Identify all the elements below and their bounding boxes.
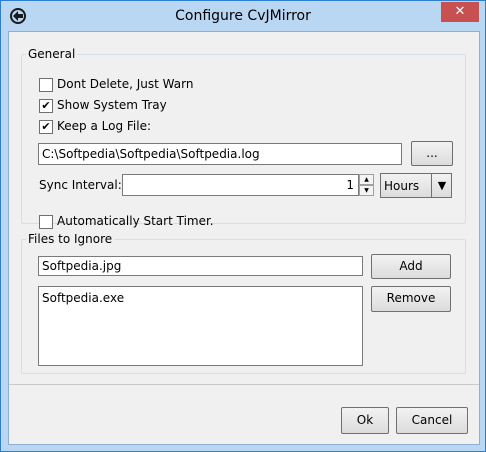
spin-up-button[interactable]: ▲ [359, 174, 374, 185]
auto-start-label: Automatically Start Timer. [57, 214, 214, 228]
show-tray-checkbox[interactable]: ✔ [39, 99, 53, 113]
spin-down-button[interactable]: ▼ [359, 185, 374, 196]
ignore-list[interactable]: Softpedia.exe [38, 286, 363, 366]
ok-button[interactable]: Ok [341, 407, 389, 434]
spin-up-icon: ▲ [364, 176, 369, 183]
interval-unit-select[interactable]: Hours ▼ [380, 173, 452, 198]
sync-interval-input[interactable]: 1 [122, 174, 359, 196]
close-button[interactable]: ✕ [441, 2, 479, 22]
list-item[interactable]: Softpedia.exe [42, 291, 124, 305]
interval-unit-value: Hours [384, 179, 420, 193]
remove-button[interactable]: Remove [371, 286, 451, 312]
show-tray-label: Show System Tray [57, 98, 167, 112]
add-button[interactable]: Add [371, 254, 451, 279]
sync-interval-label: Sync Interval: [39, 178, 122, 192]
spin-down-icon: ▼ [364, 187, 369, 194]
auto-start-checkbox[interactable] [39, 215, 53, 229]
ignore-file-input[interactable]: Softpedia.jpg [38, 256, 363, 276]
dialog-body: General Dont Delete, Just Warn ✔ Show Sy… [8, 31, 480, 445]
general-group: General Dont Delete, Just Warn ✔ Show Sy… [21, 47, 466, 229]
cancel-button[interactable]: Cancel [396, 407, 468, 434]
dont-delete-checkbox[interactable] [39, 78, 53, 92]
files-to-ignore-legend: Files to Ignore [28, 232, 113, 246]
title-bar: Configure CvJMirror ✕ [1, 1, 485, 31]
log-path-input[interactable]: C:\Softpedia\Softpedia\Softpedia.log [38, 143, 402, 165]
check-icon: ✔ [41, 120, 51, 133]
footer-divider [9, 384, 479, 385]
files-to-ignore-group: Files to Ignore Softpedia.jpg Add Softpe… [21, 232, 466, 374]
dont-delete-label: Dont Delete, Just Warn [57, 77, 194, 91]
check-icon: ✔ [41, 99, 51, 112]
window-title: Configure CvJMirror [175, 8, 311, 24]
close-icon: ✕ [454, 4, 466, 19]
keep-log-checkbox[interactable]: ✔ [39, 120, 53, 134]
keep-log-label: Keep a Log File: [57, 119, 152, 133]
chevron-down-icon: ▼ [431, 174, 452, 197]
configure-dialog: Configure CvJMirror ✕ General Dont Delet… [0, 0, 486, 452]
general-legend: General [28, 47, 76, 61]
browse-button[interactable]: ... [411, 141, 453, 166]
